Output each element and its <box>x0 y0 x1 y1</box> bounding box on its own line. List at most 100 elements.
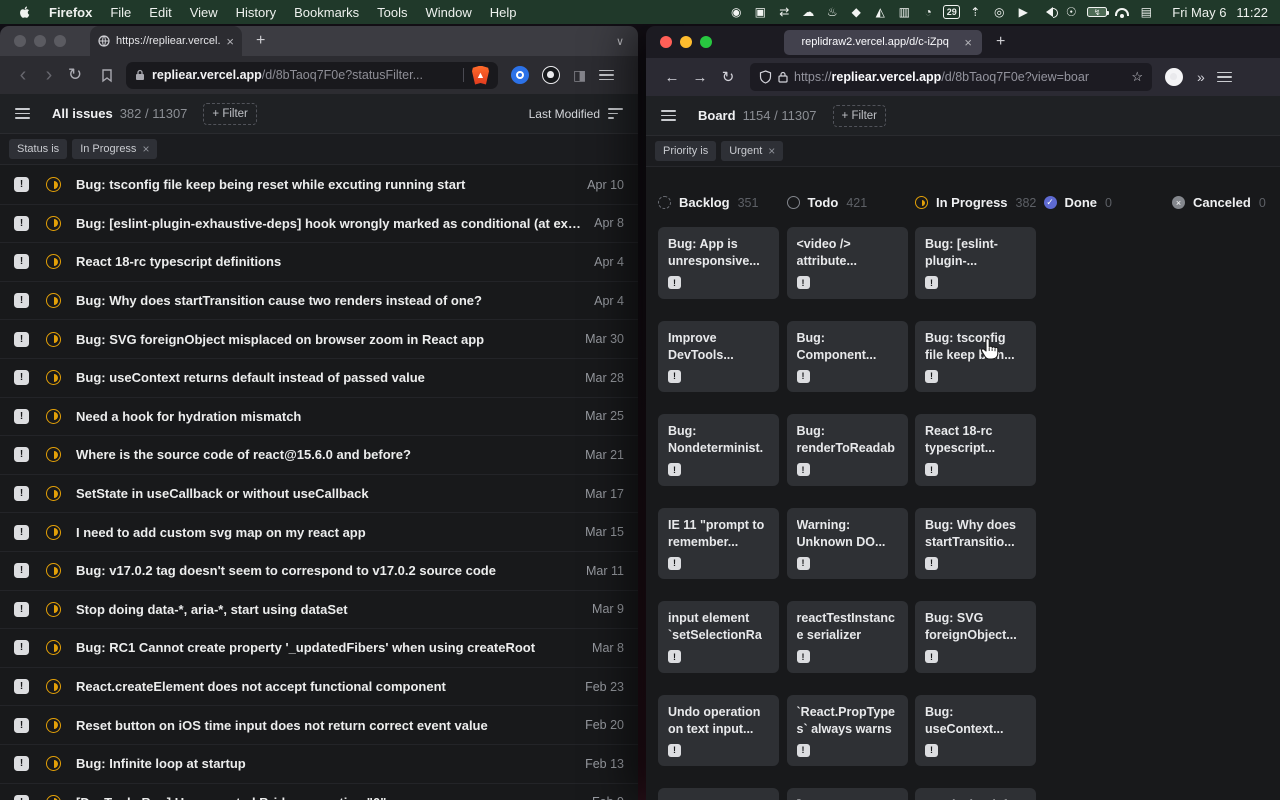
menu-view[interactable]: View <box>181 5 227 20</box>
obsidian-icon[interactable]: ◭ <box>868 5 892 19</box>
left-browser-tab[interactable]: https://repliear.vercel.app/d/8b × <box>90 26 242 56</box>
right-traffic-lights[interactable] <box>646 36 726 48</box>
issue-row[interactable]: !Reset button on iOS time input does not… <box>0 706 638 745</box>
play-icon[interactable]: ▶ <box>1011 5 1035 19</box>
new-tab-button[interactable]: + <box>256 32 265 50</box>
menu-firefox[interactable]: Firefox <box>40 5 101 20</box>
browser-menu-icon[interactable] <box>599 70 614 81</box>
issue-card[interactable]: Bug: SVG foreignObject...! <box>915 601 1036 673</box>
filter-chip-in-progress[interactable]: In Progress× <box>72 139 157 159</box>
right-url-bar[interactable]: https://repliear.vercel.app/d/8bTaoq7F0e… <box>750 63 1152 91</box>
zoom-window-button[interactable] <box>54 35 66 47</box>
remove-filter-icon[interactable]: × <box>142 142 149 156</box>
tab-list-chevron-icon[interactable]: ∨ <box>616 35 624 48</box>
zoom-window-button[interactable] <box>700 36 712 48</box>
brave-shield-icon[interactable]: ▲ <box>472 66 489 85</box>
issue-card[interactable]: reactTestInstance serializer! <box>787 601 908 673</box>
issue-card[interactable]: Improve DevTools...! <box>658 321 779 393</box>
right-browser-tab[interactable]: replidraw2.vercel.app/d/c-iZpq × <box>784 30 982 55</box>
app-sidebar-toggle-icon[interactable] <box>661 110 676 121</box>
new-tab-button[interactable]: + <box>996 33 1005 51</box>
issue-row[interactable]: !React 18-rc typescript definitionsApr 4 <box>0 243 638 282</box>
issue-card[interactable]: [Feature request] expo...! <box>787 788 908 800</box>
filter-chip-status-is[interactable]: Status is <box>9 139 67 159</box>
github-extension-icon[interactable] <box>542 66 560 84</box>
issue-card[interactable]: IE 11 "prompt to remember...! <box>658 508 779 580</box>
menu-bookmarks[interactable]: Bookmarks <box>285 5 368 20</box>
issue-row[interactable]: !Where is the source code of react@15.6.… <box>0 436 638 475</box>
menu-history[interactable]: History <box>227 5 285 20</box>
github-extension-icon[interactable] <box>1165 68 1183 86</box>
add-filter-button[interactable]: + Filter <box>203 103 256 125</box>
issue-row[interactable]: !Bug: Infinite loop at startupFeb 13 <box>0 745 638 784</box>
overflow-menu-icon[interactable]: » <box>1197 69 1204 85</box>
issue-card[interactable]: `React.PropTypes` always warns ab! <box>787 695 908 767</box>
filter-chip-urgent[interactable]: Urgent× <box>721 141 783 161</box>
timer-icon[interactable]: ◔ <box>916 5 940 19</box>
issue-row[interactable]: !Bug: [eslint-plugin-exhaustive-deps] ho… <box>0 205 638 244</box>
calendar-icon[interactable]: 29 <box>943 5 960 19</box>
issue-row[interactable]: ![DevTools Bug] Unsupported Bridge opera… <box>0 784 638 800</box>
issue-card[interactable]: Bug: App is unresponsive...! <box>658 227 779 299</box>
siri-icon[interactable]: ☉ <box>1059 5 1083 19</box>
tracking-shield-icon[interactable] <box>759 70 772 84</box>
back-button[interactable]: ‹ <box>10 64 36 87</box>
extensions-puzzle-icon[interactable]: ◨ <box>573 67 586 84</box>
issue-card[interactable]: Need a hook for hydration...! <box>915 788 1036 800</box>
camera-icon[interactable]: ▣ <box>748 5 772 19</box>
reload-button[interactable]: ↻ <box>62 65 88 85</box>
issue-row[interactable]: !Bug: Why does startTransition cause two… <box>0 282 638 321</box>
menu-help[interactable]: Help <box>481 5 526 20</box>
issue-card[interactable]: Bug: Nondeterminist.! <box>658 414 779 486</box>
menu-file[interactable]: File <box>101 5 140 20</box>
issue-card[interactable]: Undo operation on text input...! <box>658 695 779 767</box>
menu-window[interactable]: Window <box>417 5 481 20</box>
minimize-window-button[interactable] <box>34 35 46 47</box>
issue-card[interactable]: Bug: renderToReadab! <box>787 414 908 486</box>
app-sidebar-toggle-icon[interactable] <box>15 108 30 119</box>
forward-button[interactable]: › <box>36 64 62 87</box>
issue-row[interactable]: !I need to add custom svg map on my reac… <box>0 513 638 552</box>
close-window-button[interactable] <box>14 35 26 47</box>
issue-card[interactable]: Warning: Unknown DO...! <box>787 508 908 580</box>
battery-icon[interactable]: ↯ <box>1087 7 1107 17</box>
window-manager-icon[interactable]: ▥ <box>892 5 916 19</box>
switch-control-icon[interactable]: ▤ <box>1134 5 1158 19</box>
sync-icon[interactable]: ⇄ <box>772 5 796 19</box>
issue-card[interactable]: Bug: Why does startTransitio...! <box>915 508 1036 580</box>
airdrop-icon[interactable]: ⇡ <box>963 5 987 19</box>
tab-close-icon[interactable]: × <box>964 35 972 50</box>
left-url-bar[interactable]: repliear.vercel.app /d/8bTaoq7F0e?status… <box>126 62 498 89</box>
issue-row[interactable]: !Stop doing data-*, aria-*, start using … <box>0 591 638 630</box>
issue-card[interactable]: Bug: useContext...! <box>915 695 1036 767</box>
wifi-icon[interactable] <box>1115 8 1129 16</box>
forward-button[interactable]: → <box>686 69 714 86</box>
power-menu-icon[interactable]: ◎ <box>987 5 1011 19</box>
filter-chip-priority-is[interactable]: Priority is <box>655 141 716 161</box>
dropbox-icon[interactable]: ◆ <box>844 5 868 19</box>
issue-row[interactable]: !SetState in useCallback or without useC… <box>0 475 638 514</box>
issue-row[interactable]: !React.createElement does not accept fun… <box>0 668 638 707</box>
bookmark-star-icon[interactable]: ☆ <box>1131 69 1143 85</box>
issue-row[interactable]: !Bug: RC1 Cannot create property '_updat… <box>0 629 638 668</box>
add-filter-button[interactable]: + Filter <box>833 105 886 127</box>
issue-card[interactable]: React 18-rc typescript...! <box>915 414 1036 486</box>
issue-card[interactable]: Bug: tsconfig file keep bein...! <box>915 321 1036 393</box>
tab-close-icon[interactable]: × <box>226 34 234 49</box>
onepassword-extension-icon[interactable] <box>511 66 529 84</box>
screen-record-icon[interactable]: ◉ <box>724 5 748 19</box>
sort-order-label[interactable]: Last Modified <box>529 107 600 121</box>
reload-button[interactable]: ↻ <box>714 68 742 86</box>
menu-tools[interactable]: Tools <box>368 5 416 20</box>
menu-edit[interactable]: Edit <box>140 5 180 20</box>
docker-icon[interactable]: ♨ <box>820 5 844 19</box>
browser-menu-icon[interactable] <box>1217 72 1232 83</box>
issue-card[interactable]: Bug: [eslint-plugin-...! <box>915 227 1036 299</box>
issue-card[interactable]: input element `setSelectionRa! <box>658 601 779 673</box>
left-traffic-lights[interactable] <box>0 35 80 47</box>
issue-card[interactable]: Support asynchronous...! <box>658 788 779 800</box>
cloud-icon[interactable]: ☁ <box>796 5 820 19</box>
close-window-button[interactable] <box>660 36 672 48</box>
issue-row[interactable]: !Bug: tsconfig file keep being reset whi… <box>0 166 638 205</box>
apple-logo-icon[interactable] <box>18 5 32 19</box>
